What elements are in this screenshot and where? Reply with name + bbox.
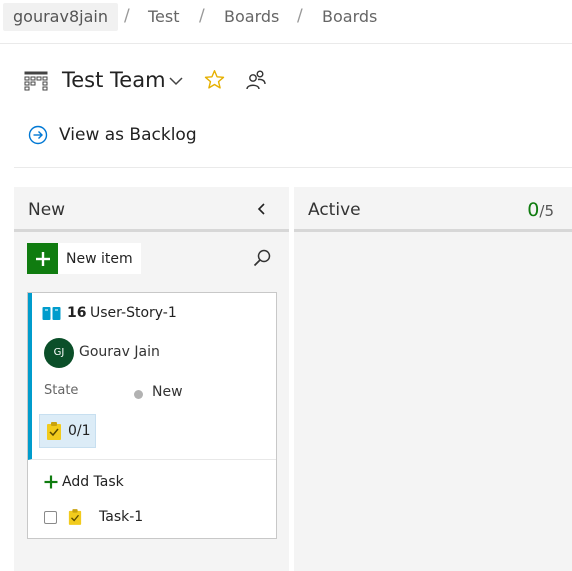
plus-icon: [27, 243, 58, 274]
column-title: Active: [308, 200, 361, 220]
arrow-circle-icon: [28, 125, 48, 145]
breadcrumb-boards-hub[interactable]: Boards: [224, 7, 279, 26]
state-label: State: [44, 383, 79, 398]
work-item-title[interactable]: User-Story-1: [90, 305, 177, 321]
chevron-down-icon[interactable]: [168, 73, 184, 89]
task-progress-badge[interactable]: 0/1: [39, 414, 96, 448]
breadcrumb-project[interactable]: Test: [148, 7, 180, 26]
task-clipboard-icon: [68, 509, 82, 525]
breadcrumb-separator: /: [297, 6, 303, 26]
column-title: New: [28, 200, 66, 220]
state-value[interactable]: New: [152, 384, 183, 400]
task-title[interactable]: Task-1: [99, 509, 143, 525]
search-icon[interactable]: [252, 248, 272, 268]
avatar: GJ: [44, 338, 74, 368]
work-item-id: 16: [67, 305, 87, 321]
view-as-backlog-link[interactable]: View as Backlog: [28, 125, 197, 145]
new-item-button[interactable]: New item: [27, 243, 141, 274]
board-grid-icon: [24, 71, 48, 91]
user-story-book-icon: [42, 307, 61, 320]
wip-limit: /5: [539, 202, 554, 220]
breadcrumb: gourav8jain / Test / Boards / Boards: [0, 0, 572, 44]
breadcrumb-boards-page[interactable]: Boards: [322, 7, 377, 26]
task-progress: 0/1: [68, 423, 91, 439]
wip-current: 0: [527, 199, 540, 221]
assignee-name[interactable]: Gourav Jain: [79, 344, 160, 360]
breadcrumb-separator: /: [124, 6, 130, 26]
task-checkbox[interactable]: [44, 511, 57, 524]
add-task-label: Add Task: [62, 474, 124, 490]
wip-limit-indicator: 0/5: [527, 199, 554, 221]
column-header-active: Active 0/5: [294, 187, 572, 232]
breadcrumb-separator: /: [199, 6, 205, 26]
column-new: New New item 16 User-Story-1 GJ Gourav J…: [14, 187, 289, 571]
star-icon[interactable]: [204, 69, 225, 90]
header-divider: [14, 167, 572, 168]
column-header-new: New: [14, 187, 289, 232]
team-title[interactable]: Test Team: [62, 68, 166, 92]
card-body: 16 User-Story-1 GJ Gourav Jain State New…: [28, 293, 276, 460]
plus-icon: [44, 475, 58, 489]
team-members-icon[interactable]: [245, 69, 267, 91]
chevron-left-icon[interactable]: [255, 202, 269, 216]
task-clipboard-icon: [47, 422, 61, 440]
new-item-label: New item: [66, 250, 133, 267]
work-item-card[interactable]: 16 User-Story-1 GJ Gourav Jain State New…: [27, 292, 277, 539]
add-task-button[interactable]: Add Task: [44, 474, 124, 490]
state-dot-icon: [134, 390, 143, 399]
view-as-backlog-label: View as Backlog: [59, 125, 197, 145]
breadcrumb-org[interactable]: gourav8jain: [3, 3, 118, 31]
column-active: Active 0/5: [294, 187, 572, 571]
